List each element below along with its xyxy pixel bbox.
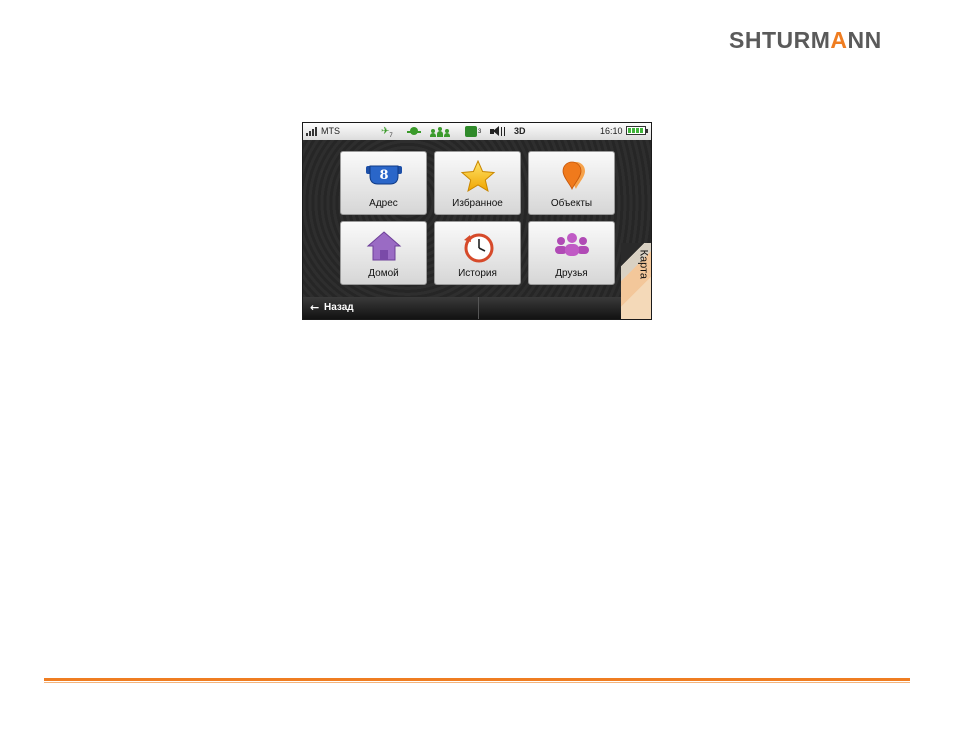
navigator-screen: MTS ✈7 3 3D 16:10 8 Адрес Избранное Объе… [302,122,652,320]
back-arrow-icon: ← [310,301,320,314]
address-sign-number: 8 [379,168,388,183]
bottom-bar: ← Назад [303,297,651,319]
carrier-name: MTS [321,126,340,136]
menu-tile-label: Избранное [452,198,503,209]
traffic-count: 3 [478,129,482,135]
menu-tile-label: Адрес [369,198,398,209]
volume-icon[interactable] [490,126,506,137]
menu-tile-label: История [458,268,497,279]
gps-fix-icon[interactable] [407,126,421,137]
back-button[interactable]: ← Назад [303,297,479,319]
menu-tile-friends[interactable]: Друзья [528,221,615,285]
satellite-icon[interactable]: ✈7 [381,126,393,139]
poi-pins-icon [562,161,585,191]
menu-tile-address[interactable]: 8 Адрес [340,151,427,215]
star-icon [460,160,495,192]
traffic-icon[interactable] [465,126,477,137]
map-page-curl[interactable]: Карта [621,243,651,319]
signal-strength-icon [306,127,318,136]
friends-icon [554,233,589,256]
empty-bottom-button[interactable] [480,297,624,319]
friends-online-icon[interactable] [430,126,450,137]
menu-tile-favorites[interactable]: Избранное [434,151,521,215]
address-sign-icon: 8 [365,165,402,185]
battery-icon [626,126,648,135]
clock: 16:10 [600,126,623,136]
map-label: Карта [637,249,649,279]
home-icon [366,231,401,261]
menu-tile-label: Домой [368,268,399,279]
shturmann-logo: SHTURMANN [729,27,882,53]
menu-tile-poi[interactable]: Объекты [528,151,615,215]
menu-tile-label: Объекты [550,198,593,209]
footer-divider-thin [44,682,910,683]
menu-tile-label: Друзья [555,268,588,279]
menu-tile-home[interactable]: Домой [340,221,427,285]
history-clock-icon [463,233,493,263]
view-mode-toggle[interactable]: 3D [514,126,526,136]
menu-tile-history[interactable]: История [434,221,521,285]
satellite-count: 7 [389,133,393,139]
back-button-label: Назад [324,302,354,313]
battery-level-fill [628,128,644,133]
status-bar: MTS ✈7 3 3D 16:10 [303,123,651,140]
footer-divider [44,678,910,681]
